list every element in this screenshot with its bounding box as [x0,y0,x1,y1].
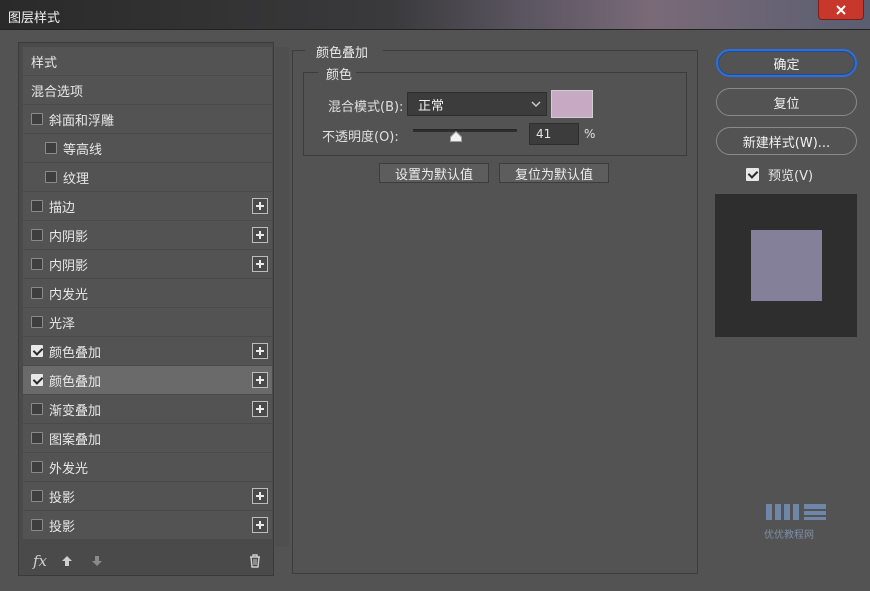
style-checkbox[interactable] [31,345,43,357]
style-checkbox[interactable] [31,432,43,444]
style-item-label: 样式 [31,55,58,71]
opacity-slider-thumb[interactable] [449,131,462,142]
style-item[interactable]: 斜面和浮雕 [23,105,272,133]
ok-button[interactable]: 确定 [716,49,857,77]
style-item[interactable]: 纹理 [23,163,272,191]
style-item[interactable]: 外发光 [23,453,272,481]
trash-icon[interactable] [248,552,262,570]
set-default-button[interactable]: 设置为默认值 [379,163,489,183]
add-effect-icon[interactable] [252,227,268,243]
style-checkbox[interactable] [31,490,43,502]
blend-mode-label: 混合模式(B): [328,100,404,115]
style-item-label: 内阴影 [49,258,89,274]
style-checkbox[interactable] [45,142,57,154]
watermark: 优优教程网 [764,500,832,542]
style-checkbox[interactable] [31,229,43,241]
style-item[interactable]: 投影 [23,482,272,510]
style-item[interactable]: 颜色叠加 [23,366,272,394]
style-item[interactable]: 混合选项 [23,76,272,104]
style-item[interactable]: 图案叠加 [23,424,272,452]
close-icon [836,4,846,15]
style-checkbox[interactable] [31,519,43,531]
style-item[interactable]: 内阴影 [23,221,272,249]
preview-thumbnail [715,194,857,337]
chevron-down-icon [531,101,541,107]
arrow-up-icon[interactable] [60,552,74,570]
preview-checkbox[interactable] [746,167,759,181]
style-item-label: 内阴影 [49,229,89,245]
style-checkbox[interactable] [31,113,43,125]
section-title: 颜色叠加 [316,46,369,61]
styles-list: 样式 混合选项 斜面和浮雕 等高线 纹理 描边 内阴影 内阴影 内发光 光泽 颜色叠加 颜色叠加 渐变叠… [23,47,272,540]
styles-scrollbar[interactable] [275,47,289,547]
style-item-label: 纹理 [63,171,90,187]
style-item[interactable]: 内阴影 [23,250,272,278]
style-checkbox[interactable] [31,287,43,299]
style-item[interactable]: 内发光 [23,279,272,307]
title-bar: 图层样式 [0,0,870,30]
style-checkbox[interactable] [31,200,43,212]
watermark-text: 优优教程网 [764,530,814,541]
style-item-label: 斜面和浮雕 [49,113,115,129]
style-checkbox[interactable] [31,316,43,328]
reset-default-button[interactable]: 复位为默认值 [499,163,609,183]
style-item-label: 描边 [49,200,76,216]
style-item[interactable]: 渐变叠加 [23,395,272,423]
preview-label: 预览(V) [768,168,814,184]
style-checkbox[interactable] [31,374,43,386]
preview-toggle[interactable]: 预览(V) [746,166,814,184]
add-effect-icon[interactable] [252,198,268,214]
style-item-label: 光泽 [49,316,76,332]
group-title: 颜色 [326,68,353,83]
style-item-label: 等高线 [63,142,103,158]
style-item[interactable]: 光泽 [23,308,272,336]
style-checkbox[interactable] [31,258,43,270]
add-effect-icon[interactable] [252,517,268,533]
style-checkbox[interactable] [31,403,43,415]
style-item-label: 投影 [49,519,76,535]
styles-toolbar: fx [18,548,274,574]
add-effect-icon[interactable] [252,343,268,359]
opacity-input[interactable]: 41 [529,123,579,145]
style-item[interactable]: 描边 [23,192,272,220]
add-effect-icon[interactable] [252,401,268,417]
style-item[interactable]: 等高线 [23,134,272,162]
style-item-label: 图案叠加 [49,432,102,448]
window-title: 图层样式 [8,11,61,26]
add-effect-icon[interactable] [252,372,268,388]
close-button[interactable] [818,0,864,20]
preview-swatch [751,230,822,301]
blend-mode-select[interactable]: 正常 [407,92,547,116]
opacity-unit: % [584,127,596,141]
add-effect-icon[interactable] [252,256,268,272]
arrow-down-icon[interactable] [90,552,104,570]
opacity-label: 不透明度(O): [322,130,399,145]
style-checkbox[interactable] [45,171,57,183]
opacity-slider-track[interactable] [413,129,517,132]
style-item-label: 内发光 [49,287,89,303]
style-item-label: 渐变叠加 [49,403,102,419]
style-item[interactable]: 样式 [23,47,272,75]
style-item[interactable]: 颜色叠加 [23,337,272,365]
add-effect-icon[interactable] [252,488,268,504]
style-item-label: 混合选项 [31,84,84,100]
blend-mode-value: 正常 [418,98,445,114]
watermark-logo-icon [766,504,826,520]
new-style-button[interactable]: 新建样式(W)... [716,127,857,155]
style-item-label: 颜色叠加 [49,374,102,390]
style-item-label: 投影 [49,490,76,506]
style-checkbox[interactable] [31,461,43,473]
fx-icon[interactable]: fx [30,552,50,570]
style-item-label: 外发光 [49,461,89,477]
style-item[interactable]: 投影 [23,511,272,539]
fx-label: fx [32,552,47,570]
overlay-color-swatch[interactable] [551,90,593,118]
styles-panel: 样式 混合选项 斜面和浮雕 等高线 纹理 描边 内阴影 内阴影 内发光 光泽 颜色叠加 颜色叠加 渐变叠… [18,42,289,576]
style-item-label: 颜色叠加 [49,345,102,361]
reset-button[interactable]: 复位 [716,88,857,116]
